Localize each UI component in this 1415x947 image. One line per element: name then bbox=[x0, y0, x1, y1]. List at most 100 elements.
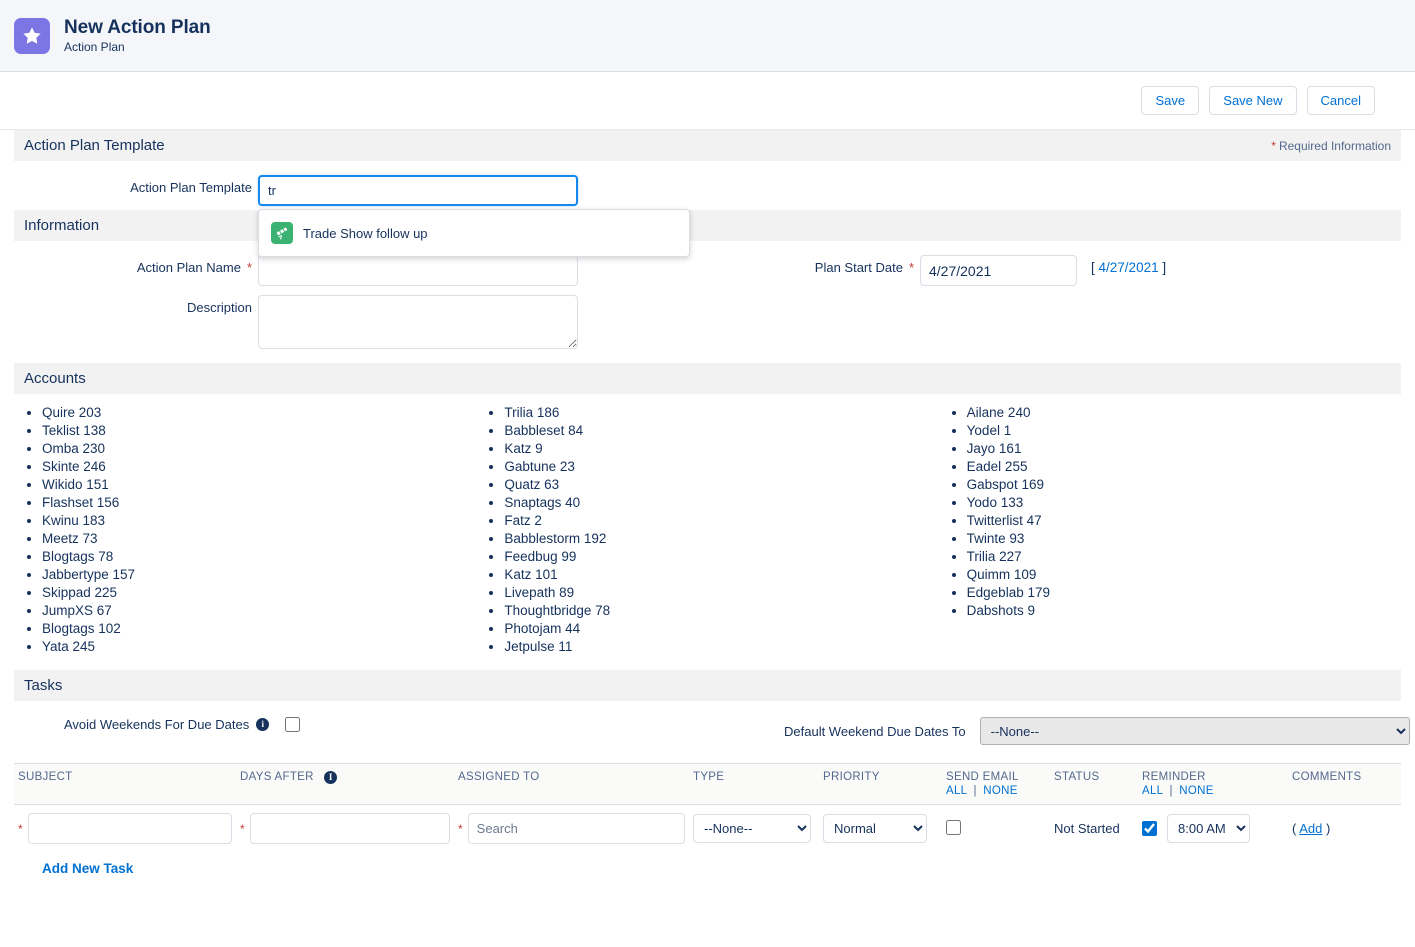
required-information-note: * Required Information bbox=[1271, 139, 1391, 153]
list-item: Fatz 2 bbox=[504, 512, 938, 530]
send-email-none-link[interactable]: NONE bbox=[983, 785, 1017, 797]
list-item: Yodo 133 bbox=[967, 494, 1401, 512]
list-item: Skippad 225 bbox=[42, 584, 476, 602]
column-header-subject: SUBJECT bbox=[14, 763, 236, 805]
list-item: Flashset 156 bbox=[42, 494, 476, 512]
send-email-all-none-links: ALL | NONE bbox=[946, 785, 1046, 797]
plan-start-date-today-link[interactable]: 4/27/2021 bbox=[1099, 260, 1159, 275]
list-item: Snaptags 40 bbox=[504, 494, 938, 512]
list-item: Quire 203 bbox=[42, 404, 476, 422]
bracket-open: [ bbox=[1091, 260, 1095, 275]
comments-add-link[interactable]: Add bbox=[1299, 821, 1322, 836]
action-plan-name-label: Action Plan Name bbox=[136, 260, 241, 275]
accounts-column-2: Trilia 186Babbleset 84Katz 9Gabtune 23Qu… bbox=[476, 404, 938, 656]
list-item: Blogtags 102 bbox=[42, 620, 476, 638]
list-item: Yodel 1 bbox=[967, 422, 1401, 440]
save-new-button[interactable]: Save New bbox=[1209, 86, 1297, 115]
lookup-option-label: Trade Show follow up bbox=[303, 225, 428, 241]
accounts-column-1: Quire 203Teklist 138Omba 230Skinte 246Wi… bbox=[14, 404, 476, 656]
section-header-action-plan-template: Action Plan Template * Required Informati… bbox=[14, 130, 1401, 161]
accounts-list-2: Trilia 186Babbleset 84Katz 9Gabtune 23Qu… bbox=[476, 404, 938, 656]
list-item: Livepath 89 bbox=[504, 584, 938, 602]
default-weekend-select[interactable]: --None-- bbox=[979, 717, 1410, 745]
save-button[interactable]: Save bbox=[1141, 86, 1200, 115]
information-form-area: Action Plan Name * Description Plan Star… bbox=[0, 241, 1415, 353]
days-after-required-star: * bbox=[240, 821, 245, 836]
avoid-weekends-label: Avoid Weekends For Due Dates bbox=[64, 717, 250, 732]
description-row: Description bbox=[0, 295, 1415, 349]
tasks-table-header-row: SUBJECT DAYS AFTER i ASSIGNED TO TYPE PR… bbox=[14, 763, 1401, 805]
comments-add-wrap: ( Add ) bbox=[1292, 821, 1330, 836]
reminder-time-select[interactable]: 8:00 AM bbox=[1167, 814, 1250, 843]
template-lookup-dropdown: Trade Show follow up bbox=[258, 209, 690, 257]
column-header-send-email: SEND EMAIL ALL | NONE bbox=[942, 763, 1050, 805]
assigned-to-search-input[interactable] bbox=[467, 813, 685, 844]
column-header-status: STATUS bbox=[1050, 763, 1138, 805]
default-weekend-block: Default Weekend Due Dates To --None-- bbox=[784, 717, 1410, 745]
assigned-to-required-star: * bbox=[458, 821, 463, 836]
list-item: Skinte 246 bbox=[42, 458, 476, 476]
info-icon-avoid-weekends[interactable]: i bbox=[256, 718, 270, 731]
list-item: Meetz 73 bbox=[42, 530, 476, 548]
cell-subject: * bbox=[14, 805, 236, 853]
priority-select[interactable]: Normal bbox=[823, 814, 927, 843]
bracket-close: ] bbox=[1162, 260, 1167, 275]
send-email-all-link[interactable]: ALL bbox=[946, 785, 967, 797]
list-item: Blogtags 78 bbox=[42, 548, 476, 566]
star-icon bbox=[14, 17, 50, 54]
required-star: * bbox=[1271, 138, 1276, 153]
avoid-weekends-checkbox[interactable] bbox=[285, 717, 301, 732]
page-header: New Action Plan Action Plan bbox=[0, 0, 1415, 72]
plan-start-date-today-link-wrap: [ 4/27/2021 ] bbox=[1091, 255, 1166, 275]
list-item: Twinte 93 bbox=[967, 530, 1401, 548]
list-item: Babblestorm 192 bbox=[504, 530, 938, 548]
list-item: Kwinu 183 bbox=[42, 512, 476, 530]
list-item: Trilia 227 bbox=[967, 548, 1401, 566]
action-plan-template-input[interactable] bbox=[258, 175, 578, 206]
add-new-task-link[interactable]: Add New Task bbox=[42, 861, 133, 876]
list-item: Omba 230 bbox=[42, 440, 476, 458]
reminder-checkbox[interactable] bbox=[1142, 821, 1157, 836]
plan-start-date-row: Plan Start Date * [ 4/27/2021 ] bbox=[800, 255, 1166, 286]
reminder-separator: | bbox=[1169, 785, 1173, 797]
send-email-checkbox[interactable] bbox=[946, 819, 961, 835]
action-plan-name-row: Action Plan Name * bbox=[0, 255, 1415, 286]
description-textarea[interactable] bbox=[258, 295, 578, 349]
list-item: Dabshots 9 bbox=[967, 602, 1401, 620]
list-item: Eadel 255 bbox=[967, 458, 1401, 476]
list-item: Photojam 44 bbox=[504, 620, 938, 638]
reminder-all-link[interactable]: ALL bbox=[1142, 785, 1163, 797]
action-plan-name-input[interactable] bbox=[258, 255, 578, 286]
days-after-input[interactable] bbox=[249, 813, 450, 844]
tasks-controls-row: Avoid Weekends For Due Dates i Default W… bbox=[0, 701, 1415, 763]
accounts-list-1: Quire 203Teklist 138Omba 230Skinte 246Wi… bbox=[14, 404, 476, 656]
add-new-task-row: Add New Task bbox=[14, 852, 1401, 876]
plan-start-date-input[interactable] bbox=[920, 255, 1077, 286]
list-item: Katz 101 bbox=[504, 566, 938, 584]
action-bar: Save Save New Cancel bbox=[0, 72, 1415, 130]
section-header-tasks: Tasks bbox=[14, 670, 1401, 701]
cell-status: Not Started bbox=[1050, 805, 1138, 853]
cancel-button[interactable]: Cancel bbox=[1306, 86, 1375, 115]
reminder-none-link[interactable]: NONE bbox=[1179, 785, 1213, 797]
page-subtitle: Action Plan bbox=[64, 40, 125, 55]
list-item: JumpXS 67 bbox=[42, 602, 476, 620]
list-item: Gabtune 23 bbox=[504, 458, 938, 476]
cell-reminder: 8:00 AM bbox=[1138, 805, 1288, 853]
tasks-table-wrapper: SUBJECT DAYS AFTER i ASSIGNED TO TYPE PR… bbox=[0, 763, 1415, 876]
list-item: Edgeblab 179 bbox=[967, 584, 1401, 602]
page-header-texts: New Action Plan Action Plan bbox=[64, 16, 211, 56]
info-icon-days-after[interactable]: i bbox=[324, 771, 338, 784]
subject-input[interactable] bbox=[27, 813, 232, 844]
page-title: New Action Plan bbox=[64, 16, 211, 38]
column-header-days-after: DAYS AFTER i bbox=[236, 763, 454, 805]
column-header-send-email-label: SEND EMAIL bbox=[946, 771, 1019, 783]
tasks-table: SUBJECT DAYS AFTER i ASSIGNED TO TYPE PR… bbox=[14, 763, 1401, 852]
comments-paren-open: ( bbox=[1292, 821, 1297, 836]
plan-start-date-label: Plan Start Date bbox=[814, 260, 903, 275]
list-item: Gabspot 169 bbox=[967, 476, 1401, 494]
list-item: Jetpulse 11 bbox=[504, 638, 938, 656]
table-row: * * * Search --None-- Normal Not Started… bbox=[14, 805, 1401, 853]
lookup-option-trade-show-follow-up[interactable]: Trade Show follow up bbox=[259, 216, 689, 250]
type-select[interactable]: --None-- bbox=[693, 814, 811, 843]
